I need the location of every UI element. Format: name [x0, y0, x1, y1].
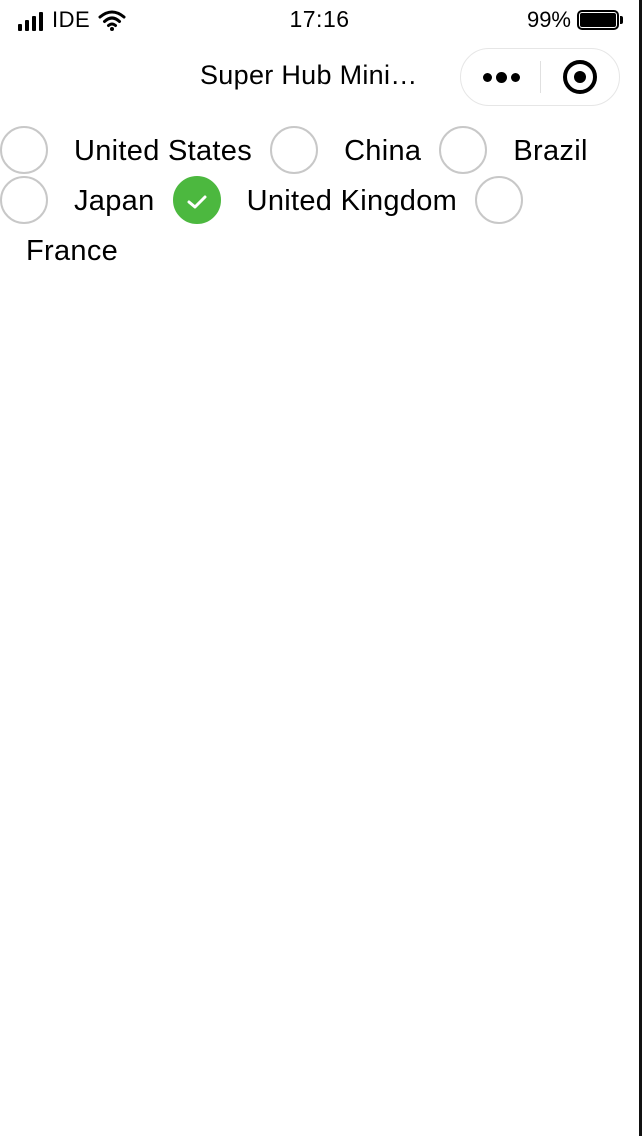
radio-label: Brazil: [513, 135, 588, 167]
radio-option[interactable]: Japan: [0, 176, 165, 225]
radio-button[interactable]: [0, 176, 48, 225]
radio-label: Japan: [74, 185, 155, 217]
checkmark-icon: [187, 195, 207, 209]
radio-button-checked[interactable]: [172, 176, 221, 225]
battery-percent: 99%: [526, 7, 571, 32]
more-dots-icon[interactable]: [461, 49, 541, 105]
status-right: 99%: [527, 7, 623, 33]
target-icon: [563, 60, 597, 94]
battery-icon: [577, 10, 623, 30]
radio-option[interactable]: China: [270, 126, 431, 175]
radio-label: China: [344, 135, 422, 167]
radio-button[interactable]: [0, 126, 48, 175]
page-title: Super Hub Mini…: [200, 60, 418, 90]
radio-option[interactable]: Brazil: [439, 126, 597, 175]
radio-label: France: [26, 235, 119, 267]
radio-button[interactable]: [475, 176, 524, 225]
battery-fill: [580, 13, 616, 27]
close-button[interactable]: [541, 49, 619, 105]
country-radio-group: United States China Brazil Japan United …: [0, 126, 639, 276]
radio-button[interactable]: [270, 126, 319, 175]
radio-option[interactable]: United Kingdom: [172, 176, 468, 225]
radio-button[interactable]: [439, 126, 488, 175]
radio-label: United States: [74, 135, 252, 167]
radio-option[interactable]: United States: [0, 126, 262, 175]
status-bar: IDE 17:16 99%: [0, 0, 639, 40]
radio-label: United Kingdom: [246, 185, 458, 217]
menu-capsule: [460, 48, 620, 106]
